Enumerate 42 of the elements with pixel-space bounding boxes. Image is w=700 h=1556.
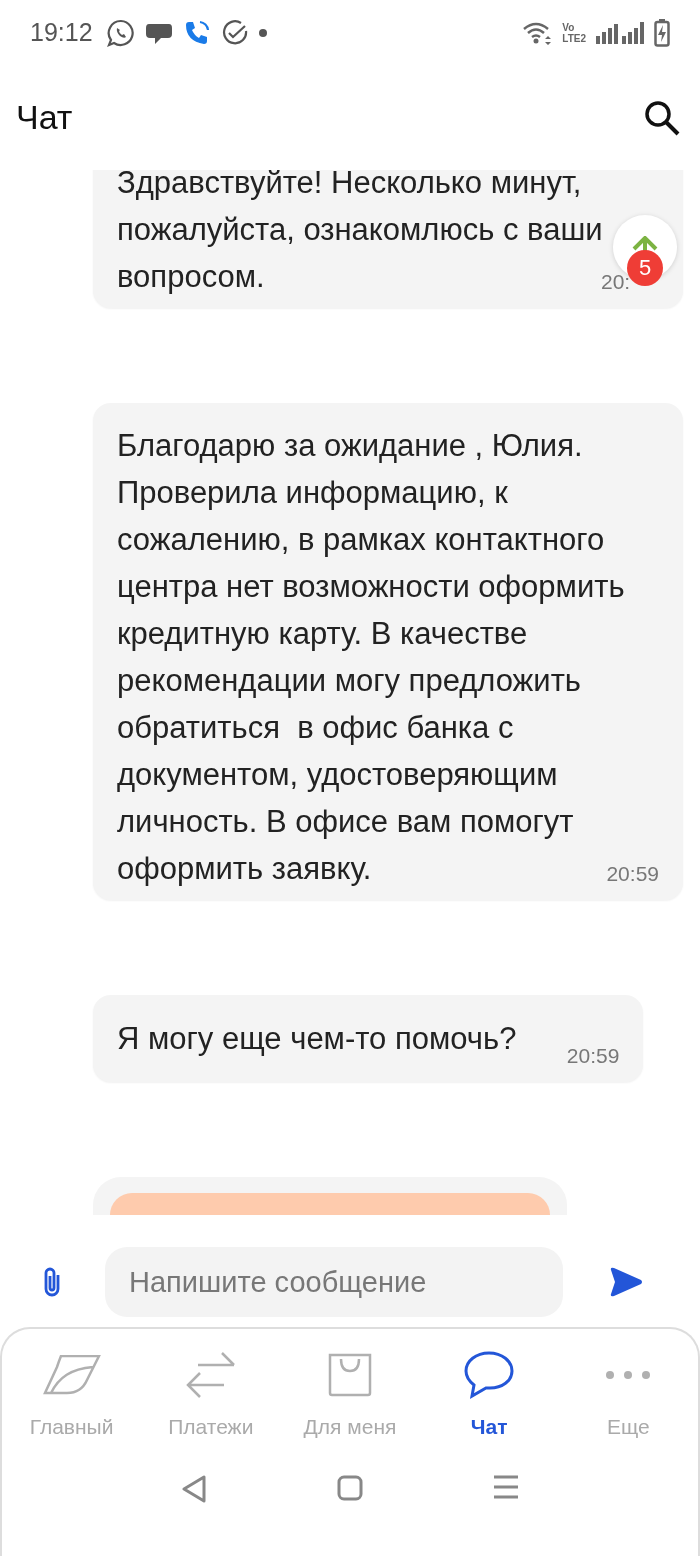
home-icon[interactable] (337, 1475, 363, 1501)
send-icon[interactable] (609, 1267, 643, 1297)
volte-label: LTE2 (562, 32, 586, 44)
page-title: Чат (16, 98, 74, 137)
wifi-icon (522, 20, 553, 45)
nav-tab[interactable]: Чат (419, 1349, 559, 1439)
nav-tab[interactable]: Для меня (280, 1349, 420, 1439)
message-text: сожалению, в рамках контактного (117, 521, 605, 559)
message-text: Проверила информацию, к (117, 474, 508, 512)
message-time: 20:59 (566, 1044, 620, 1068)
message-text: Благодарю за ожидание , Юлия. (117, 427, 583, 465)
message-time: 20:59 (606, 862, 659, 886)
whatsapp-icon (106, 18, 135, 47)
more-icon (605, 1370, 652, 1380)
bag-icon (328, 1353, 372, 1397)
leaf-icon (42, 1355, 101, 1395)
nav-tab[interactable]: Еще (558, 1349, 698, 1439)
menu-icon[interactable] (493, 1475, 519, 1499)
transfer-icon (185, 1351, 236, 1399)
message-text: обратиться в офис банка с (117, 709, 514, 747)
message-text: кредитную карту. В качестве (117, 615, 528, 653)
message-text: Здравствуйте! Несколько минут, (117, 170, 582, 202)
signal-icon (596, 21, 644, 44)
nav-tab[interactable]: Главный (2, 1349, 142, 1439)
message-text: Я могу еще чем-то помочь? (117, 1020, 517, 1058)
message-text: оформить заявку. (117, 850, 372, 888)
message-text: личность. В офисе вам помогут (117, 803, 574, 841)
check-circle-icon (220, 18, 249, 47)
message-text: документом, удостоверяющим (117, 756, 558, 794)
search-icon[interactable] (644, 99, 680, 136)
battery-icon (654, 18, 670, 47)
message-text: вопросом. (117, 258, 265, 296)
message-text: пожалуйста, ознакомлюсь с ваши (117, 211, 603, 249)
message-input[interactable]: Напишите сообщение (105, 1247, 563, 1317)
volte-label: Vo (562, 21, 576, 33)
speech-bubble-icon (464, 1351, 515, 1399)
dot-icon (258, 28, 267, 37)
message-text: рекомендации могу предложить (117, 662, 582, 700)
back-icon[interactable] (181, 1475, 207, 1503)
clock: 19:12 (30, 18, 93, 47)
nav-tab[interactable]: Платежи (141, 1349, 281, 1439)
message-text: центра нет возможности оформить (117, 568, 625, 606)
